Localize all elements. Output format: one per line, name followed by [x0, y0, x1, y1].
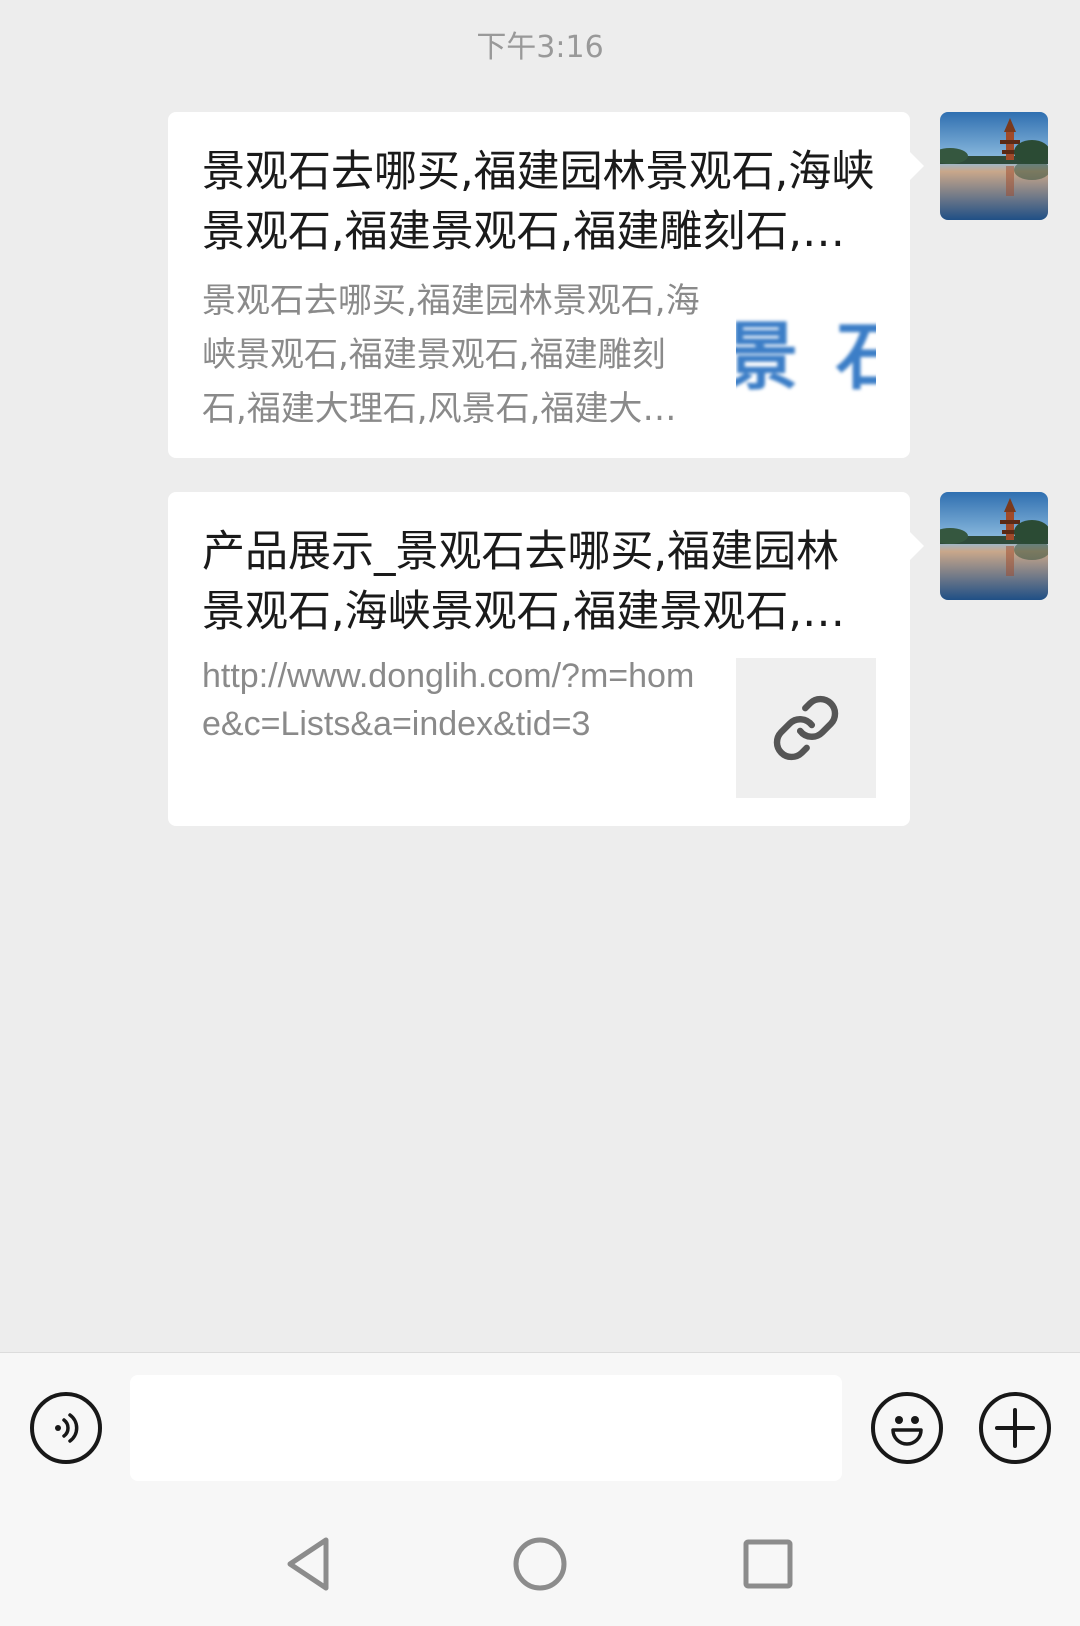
emoji-icon [891, 1416, 923, 1446]
home-button[interactable] [500, 1524, 580, 1604]
navigation-bar [0, 1502, 1080, 1626]
voice-button[interactable] [30, 1392, 102, 1464]
link-card-url: http://www.donglih.com/?m=home&c=Lists&a… [202, 657, 695, 743]
chat-area[interactable]: 下午3:16 景观石去哪买,福建园林景观石,海峡景观石,福建景观石,福建雕刻石,… [0, 0, 1080, 1352]
recents-square-icon [743, 1539, 793, 1589]
back-triangle-icon [287, 1537, 329, 1591]
emoji-button[interactable] [871, 1392, 943, 1464]
link-card-thumbnail: 景 石 [736, 280, 876, 420]
home-circle-icon [513, 1537, 567, 1591]
plus-icon [995, 1408, 1035, 1448]
avatar-temple-lake-icon [940, 492, 1048, 600]
bubble-tail [910, 152, 924, 180]
recents-button[interactable] [728, 1524, 808, 1604]
link-card-thumbnail [736, 658, 876, 798]
link-card-title: 产品展示_景观石去哪买,福建园林景观石,海峡景观石,福建景观石,福建雕刻石 [202, 527, 846, 637]
avatar[interactable] [940, 112, 1048, 220]
link-card-title: 景观石去哪买,福建园林景观石,海峡景观石,福建景观石,福建雕刻石,福建大理石,风… [202, 147, 875, 257]
avatar-temple-lake-icon [940, 112, 1048, 220]
bubble-tail [910, 532, 924, 560]
back-button[interactable] [268, 1524, 348, 1604]
message-timestamp: 下午3:16 [476, 30, 604, 65]
voice-icon [55, 1413, 79, 1443]
avatar[interactable] [940, 492, 1048, 600]
thumbnail-text: 景 石 [736, 313, 876, 400]
link-card[interactable]: 景观石去哪买,福建园林景观石,海峡景观石,福建景观石,福建雕刻石,福建大理石,风… [168, 112, 924, 458]
input-bar [0, 1352, 1080, 1502]
more-button[interactable] [979, 1392, 1051, 1464]
link-card-description: 景观石去哪买,福建园林景观石,海峡景观石,福建景观石,福建雕刻石,福建大理石,风… [202, 281, 700, 429]
link-card[interactable]: 产品展示_景观石去哪买,福建园林景观石,海峡景观石,福建景观石,福建雕刻石 ht… [168, 492, 924, 826]
message-input[interactable] [130, 1375, 842, 1481]
link-icon [773, 695, 839, 761]
